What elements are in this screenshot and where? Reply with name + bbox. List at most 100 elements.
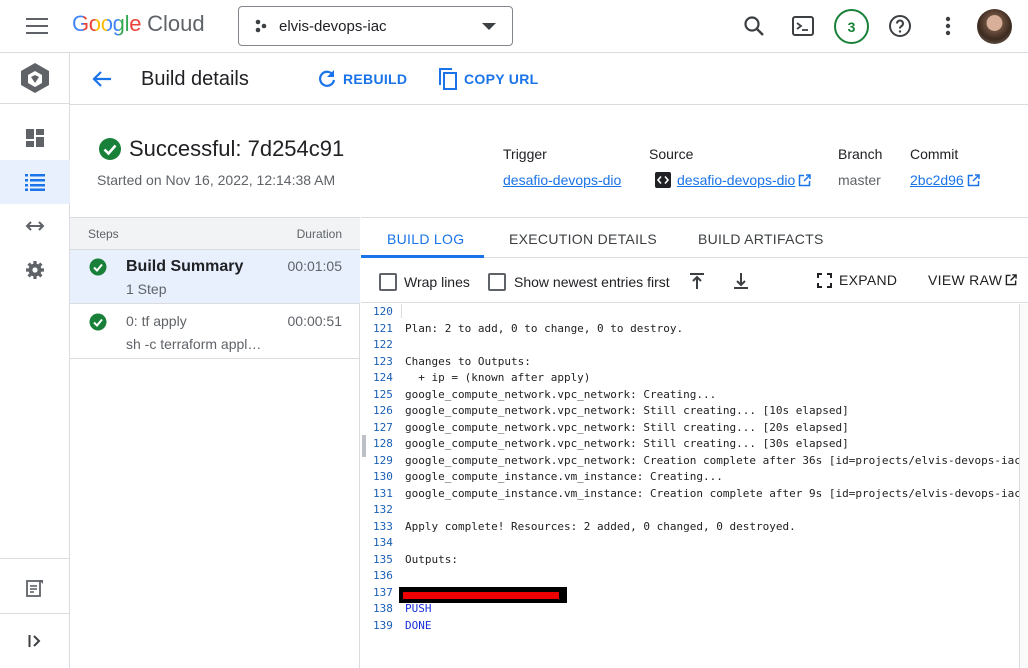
steps-column-header: Steps [88, 227, 119, 241]
triggers-icon[interactable] [0, 204, 70, 248]
open-in-new-icon [1005, 274, 1017, 286]
log-line: 132 [361, 502, 1028, 519]
log-line-number: 129 [373, 453, 393, 467]
show-newest-checkbox[interactable] [488, 273, 506, 291]
build-status-title: Successful: 7d254c91 [129, 136, 345, 161]
google-cloud-logo[interactable]: Google Cloud [72, 11, 205, 41]
log-line-text: google_compute_network.vpc_network: Stil… [405, 404, 849, 417]
log-cursor [401, 304, 402, 318]
page-header: Build details REBUILD COPY URL [70, 53, 1028, 105]
scroll-to-bottom-icon[interactable] [730, 270, 752, 292]
log-line-number: 139 [373, 618, 393, 632]
log-line-text: Changes to Outputs: [405, 354, 531, 368]
copy-url-button[interactable]: COPY URL [438, 67, 539, 91]
chevron-down-icon [482, 23, 496, 30]
help-icon[interactable] [884, 10, 916, 42]
log-line-text: Apply complete! Resources: 2 added, 0 ch… [405, 519, 796, 533]
history-list-icon[interactable] [0, 160, 70, 204]
tab-execution-details[interactable]: EXECUTION DETAILS [509, 231, 657, 247]
log-line-text: PUSH [405, 602, 432, 615]
log-line-text: google_compute_network.vpc_network: Stil… [405, 420, 849, 434]
avatar[interactable] [977, 9, 1012, 44]
top-bar: Google Cloud elvis-devops-iac 3 [0, 0, 1028, 53]
success-check-icon [99, 138, 121, 160]
log-line-number: 132 [373, 503, 393, 516]
log-line-text: DONE [405, 618, 432, 632]
show-newest-label: Show newest entries first [514, 274, 670, 290]
project-icon [255, 19, 267, 33]
back-arrow-icon[interactable] [88, 65, 116, 93]
log-line: 125 google_compute_network.vpc_network: C… [361, 387, 1028, 404]
trigger-value[interactable]: desafio-devops-dio [503, 172, 621, 188]
log-line: 128 google_compute_network.vpc_network: S… [361, 436, 1028, 453]
log-line-text: + ip = (known after apply) [405, 371, 591, 384]
branch-label: Branch [838, 146, 883, 162]
cloud-shell-icon[interactable] [787, 10, 819, 42]
search-icon[interactable] [738, 10, 770, 42]
view-raw-label: VIEW RAW [928, 272, 1003, 288]
main-menu-icon[interactable] [23, 14, 51, 38]
release-notes-icon[interactable] [0, 566, 70, 610]
repo-code-icon [655, 172, 671, 188]
wrap-lines-checkbox[interactable] [379, 273, 397, 291]
settings-gear-icon[interactable] [0, 248, 70, 292]
log-line-number: 136 [373, 569, 393, 582]
step-subtitle: 1 Step [126, 281, 167, 297]
left-nav-rail [0, 53, 70, 668]
step-duration: 00:01:05 [287, 258, 343, 274]
open-in-new-icon[interactable] [967, 173, 980, 187]
scroll-to-top-icon[interactable] [686, 270, 708, 292]
project-picker[interactable]: elvis-devops-iac [238, 6, 513, 46]
log-line-number: 126 [373, 404, 393, 417]
rail-divider [0, 558, 70, 559]
log-line-text: google_compute_instance.vm_instance: Cre… [405, 470, 723, 483]
tab-build-artifacts[interactable]: BUILD ARTIFACTS [698, 231, 824, 247]
commit-link[interactable]: 2bc2d96 [910, 172, 964, 188]
rail-divider [0, 613, 70, 614]
build-start-time: Started on Nov 16, 2022, 12:14:38 AM [97, 172, 336, 188]
wrap-lines-label: Wrap lines [404, 274, 470, 290]
view-raw-button[interactable]: VIEW RAW [928, 272, 1017, 288]
success-check-icon [89, 313, 107, 331]
step-tf-apply[interactable]: 0: tf apply sh -c terraform appl… 00:00:… [70, 305, 360, 359]
log-line: 133 Apply complete! Resources: 2 added, 0… [361, 519, 1028, 536]
build-log-output[interactable]: 120 121 Plan: 2 to add, 0 to change, 0 to … [361, 304, 1028, 668]
redacted-output [399, 587, 567, 603]
source-link[interactable]: desafio-devops-dio [677, 172, 795, 188]
expand-button[interactable]: EXPAND [817, 272, 897, 288]
build-status: Successful: 7d254c91 [98, 136, 344, 162]
log-line: 134 [361, 535, 1028, 552]
log-line-number: 128 [373, 437, 393, 450]
notifications-badge[interactable]: 3 [834, 9, 869, 44]
log-line: 122 [361, 337, 1028, 354]
log-line: 136 [361, 568, 1028, 585]
rebuild-button[interactable]: REBUILD [317, 67, 407, 91]
source-value[interactable]: desafio-devops-dio [655, 172, 812, 188]
cloud-build-logo-icon[interactable] [0, 53, 70, 104]
log-line-text: google_compute_instance.vm_instance: Cre… [405, 486, 1028, 500]
log-line: 120 [361, 304, 1028, 321]
log-area: BUILD LOG EXECUTION DETAILS BUILD ARTIFA… [361, 217, 1028, 668]
dashboard-icon[interactable] [0, 116, 70, 160]
commit-label: Commit [910, 146, 959, 162]
expand-nav-icon[interactable] [0, 619, 70, 663]
log-line-number: 135 [373, 552, 393, 566]
log-line: 124 + ip = (known after apply) [361, 370, 1028, 387]
log-line-text: google_compute_network.vpc_network: Stil… [405, 437, 849, 450]
log-line: 135 Outputs: [361, 552, 1028, 569]
open-in-new-icon[interactable] [798, 173, 812, 187]
detail-tabs: BUILD LOG EXECUTION DETAILS BUILD ARTIFA… [361, 218, 1028, 258]
more-vert-icon[interactable] [932, 10, 964, 42]
log-scrollbar[interactable] [1019, 304, 1028, 668]
step-name: Build Summary [126, 258, 244, 275]
fullscreen-icon [817, 272, 832, 288]
log-line-number: 130 [373, 470, 393, 483]
logo-google-text: Google [72, 11, 142, 36]
log-line: 130 google_compute_instance.vm_instance: … [361, 469, 1028, 486]
step-build-summary[interactable]: Build Summary 1 Step 00:01:05 [70, 250, 360, 304]
tab-build-log[interactable]: BUILD LOG [387, 231, 464, 247]
log-line: 126 google_compute_network.vpc_network: S… [361, 403, 1028, 420]
log-line-text: google_compute_network.vpc_network: Crea… [405, 387, 717, 401]
commit-value[interactable]: 2bc2d96 [910, 172, 980, 188]
trigger-link[interactable]: desafio-devops-dio [503, 172, 621, 188]
